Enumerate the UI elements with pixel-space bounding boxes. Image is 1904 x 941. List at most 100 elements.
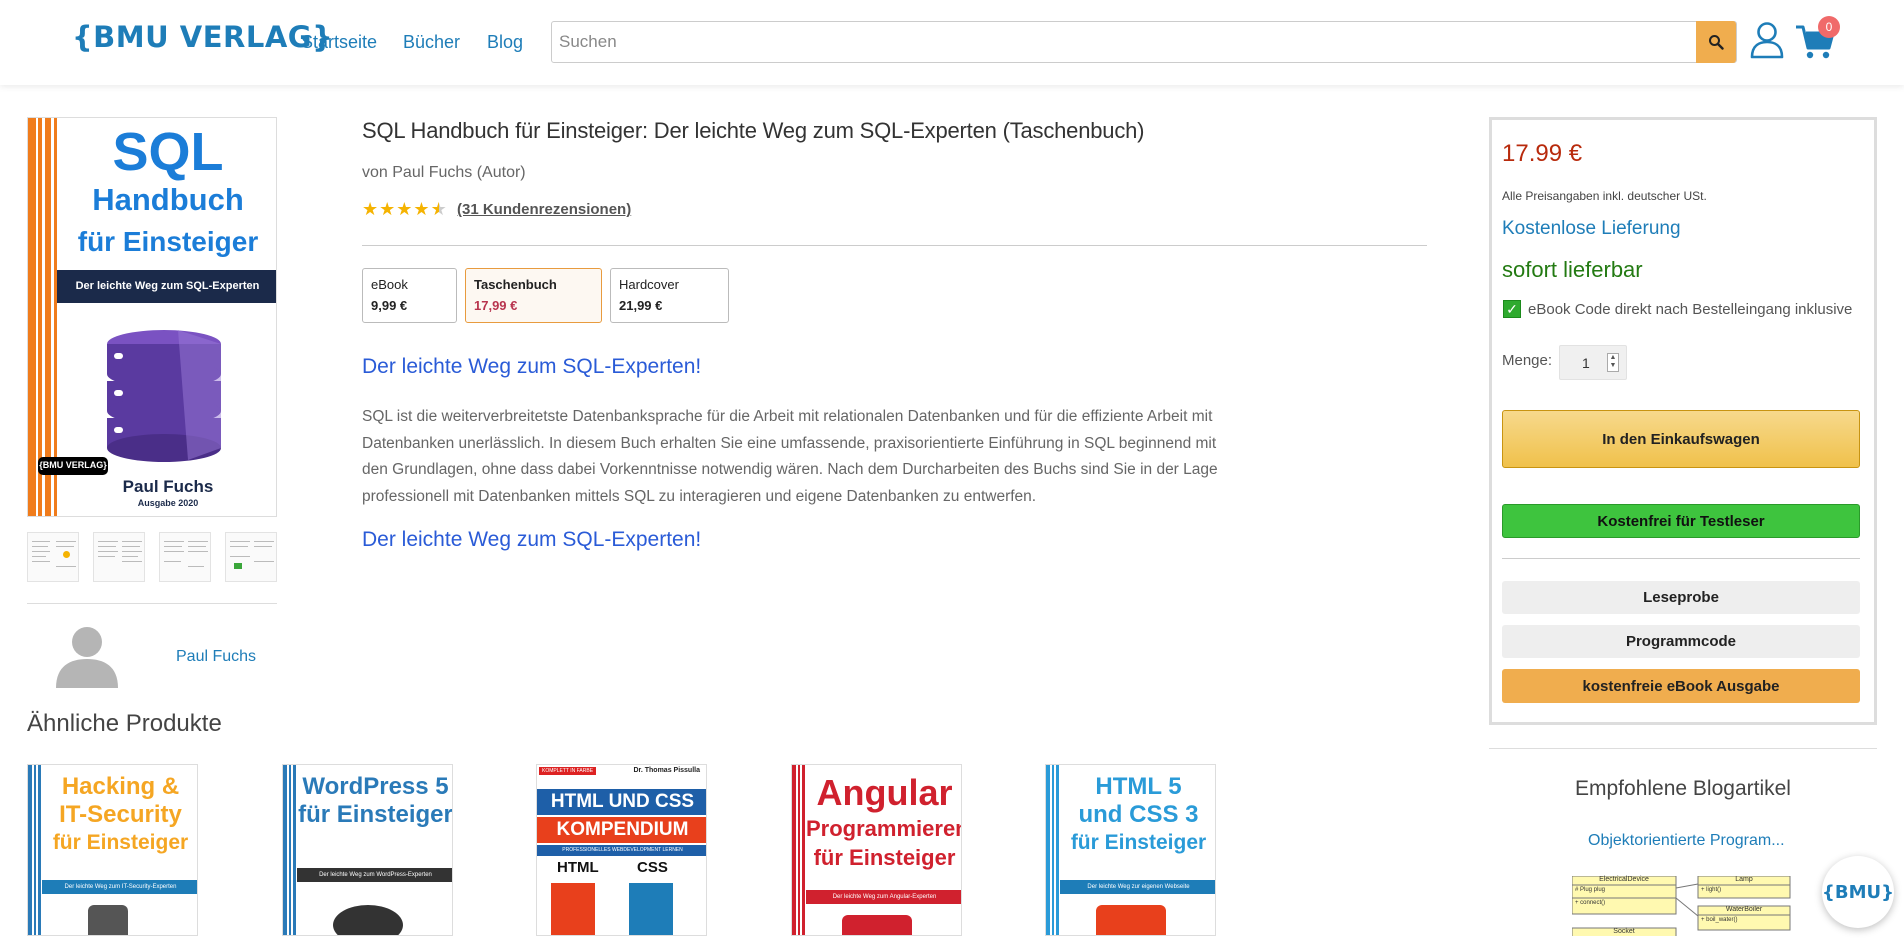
book-band: Der leichte Weg zum IT-Security-Experten xyxy=(42,880,197,894)
book-tag-css: CSS xyxy=(637,859,668,876)
cover-author: Paul Fuchs xyxy=(122,477,214,496)
star-icon: ★ xyxy=(379,199,396,219)
similar-book-1[interactable]: Hacking & IT-Security für Einsteiger Der… xyxy=(27,764,198,936)
ebook-code-row: ✓ eBook Code direkt nach Bestelleingang … xyxy=(1503,300,1852,318)
product-title: SQL Handbuch für Einsteiger: Der leichte… xyxy=(362,118,1145,143)
book-line3: für Einsteiger xyxy=(1070,831,1207,854)
format-name: eBook xyxy=(371,277,408,292)
free-ebook-button[interactable]: kostenfreie eBook Ausgabe xyxy=(1502,669,1860,703)
ebook-code-label: eBook Code direkt nach Bestelleingang in… xyxy=(1528,300,1853,318)
uml-method-connect: + connect() xyxy=(1575,900,1606,906)
thumbnail-strip xyxy=(27,532,277,584)
similar-book-2[interactable]: WordPress 5 für Einsteiger Der leichte W… xyxy=(282,764,453,936)
reviews-link[interactable]: (31 Kundenrezensionen) xyxy=(457,201,631,218)
description-heading-2: Der leichte Weg zum SQL-Experten! xyxy=(362,528,702,551)
format-name: Hardcover xyxy=(619,277,679,292)
similar-book-4[interactable]: Angular Programmieren für Einsteiger Der… xyxy=(791,764,962,936)
sample-button[interactable]: Leseprobe xyxy=(1502,581,1860,614)
book-line2: IT-Security xyxy=(59,801,182,828)
book-tag-html: HTML xyxy=(557,859,599,876)
description-heading: Der leichte Weg zum SQL-Experten! xyxy=(362,355,702,378)
book-illustration xyxy=(333,905,403,935)
format-name: Taschenbuch xyxy=(474,277,557,292)
bmu-chat-badge[interactable]: {BMU} xyxy=(1822,856,1894,928)
cover-edition: Ausgabe 2020 xyxy=(137,498,199,508)
blog-section-title: Empfohlene Blogartikel xyxy=(1575,777,1791,800)
uml-class-waterboiler: WaterBoiler xyxy=(1725,906,1763,913)
thumbnail-4[interactable] xyxy=(225,532,277,582)
format-hardcover[interactable]: Hardcover 21,99 € xyxy=(610,268,729,323)
blog-article-link[interactable]: Objektorientierte Program... xyxy=(1588,832,1785,850)
nav-blog[interactable]: Blog xyxy=(487,32,523,53)
vat-note: Alle Preisangaben inkl. deutscher USt. xyxy=(1502,189,1707,203)
book-line1: HTML 5 xyxy=(1095,773,1182,800)
product-cover-image[interactable]: SQL Handbuch für Einsteiger Der leichte … xyxy=(27,117,277,517)
book-line1: WordPress 5 xyxy=(302,773,449,800)
format-price: 17,99 € xyxy=(474,298,518,313)
cover-band: Der leichte Weg zum SQL-Experten xyxy=(75,280,260,292)
logo[interactable]: {BMU VERLAG} xyxy=(72,20,333,54)
book-line1: Angular xyxy=(816,772,953,813)
similar-book-5[interactable]: HTML 5 und CSS 3 für Einsteiger Der leic… xyxy=(1045,764,1216,936)
book-illustration xyxy=(1096,905,1166,935)
book-line2: für Einsteiger xyxy=(298,801,453,828)
thumbnail-3[interactable] xyxy=(159,532,211,582)
similar-book-3[interactable]: KOMPLETT IN FARBE Dr. Thomas Pissulla HT… xyxy=(536,764,707,936)
book-top-left: KOMPLETT IN FARBE xyxy=(539,767,597,775)
test-reader-button[interactable]: Kostenfrei für Testleser xyxy=(1502,504,1860,538)
cover-title-sql: SQL xyxy=(112,122,224,182)
quantity-label: Menge: xyxy=(1502,352,1553,369)
quantity-value: 1 xyxy=(1582,355,1590,371)
cover-title-einsteiger: für Einsteiger xyxy=(77,226,259,257)
nav-buecher[interactable]: Bücher xyxy=(403,32,460,53)
book-band: PROFESSIONELLES WEBDEVELOPMENT LERNEN xyxy=(537,845,706,856)
author-avatar xyxy=(56,627,118,688)
uml-class-socket: Socket xyxy=(1613,928,1635,935)
book-line3: für Einsteiger xyxy=(52,831,189,854)
search-icon xyxy=(1709,35,1724,50)
price: 17.99 € xyxy=(1502,140,1583,167)
format-taschenbuch[interactable]: Taschenbuch 17,99 € xyxy=(465,268,602,323)
thumbnail-1[interactable] xyxy=(27,532,79,582)
book-top-right: Dr. Thomas Pissulla xyxy=(633,767,700,774)
divider xyxy=(1502,558,1860,559)
add-to-cart-button[interactable]: In den Einkaufswagen xyxy=(1502,410,1860,468)
book-illustration xyxy=(842,915,912,935)
book-line1: HTML UND CSS xyxy=(537,789,706,815)
program-code-button[interactable]: Programmcode xyxy=(1502,625,1860,658)
format-price: 9,99 € xyxy=(371,298,408,313)
cover-publisher: {BMU VERLAG} xyxy=(39,460,107,470)
star-icon: ★ xyxy=(362,199,379,219)
uml-class-lamp: Lamp xyxy=(1735,876,1753,883)
spinner-arrows-icon[interactable]: ▲ ▼ xyxy=(1607,353,1619,372)
divider xyxy=(27,603,277,604)
divider xyxy=(1489,748,1877,749)
book-band: Der leichte Weg zur eigenen Webseite xyxy=(1060,880,1215,894)
product-byline: von Paul Fuchs (Autor) xyxy=(362,164,526,181)
format-price: 21,99 € xyxy=(619,298,663,313)
free-shipping: Kostenlose Lieferung xyxy=(1502,218,1681,239)
book-band: Der leichte Weg zum Angular-Experten xyxy=(806,890,961,904)
uml-method-boil: + boil_water() xyxy=(1701,917,1738,923)
star-icon: ★ xyxy=(413,199,430,219)
book-line2: KOMPENDIUM xyxy=(537,817,706,843)
quantity-stepper[interactable]: 1 ▲ ▼ xyxy=(1559,345,1627,380)
blog-article-image[interactable]: ElectricalDevice # Plug plug + connect()… xyxy=(1571,875,1832,939)
header: {BMU VERLAG} Startseite Bücher Blog 0 xyxy=(0,0,1904,85)
book-band: Der leichte Weg zum WordPress-Experten xyxy=(297,868,452,882)
search-button[interactable] xyxy=(1696,21,1736,63)
product-description: SQL ist die weiterverbreitetste Datenban… xyxy=(362,408,1218,505)
cart-count-badge: 0 xyxy=(1818,16,1840,38)
book-line2: Programmieren xyxy=(806,816,962,841)
nav-startseite[interactable]: Startseite xyxy=(301,32,377,53)
search-input[interactable] xyxy=(552,22,1698,62)
author-link[interactable]: Paul Fuchs xyxy=(176,648,256,666)
user-icon[interactable] xyxy=(1750,21,1784,59)
stock-status: sofort lieferbar xyxy=(1502,257,1643,282)
similar-products-title: Ähnliche Produkte xyxy=(27,710,222,737)
thumbnail-2[interactable] xyxy=(93,532,145,582)
checkbox-checked-icon[interactable]: ✓ xyxy=(1503,300,1521,318)
star-icon: ★ xyxy=(396,199,413,219)
format-ebook[interactable]: eBook 9,99 € xyxy=(362,268,457,323)
divider xyxy=(362,245,1427,246)
